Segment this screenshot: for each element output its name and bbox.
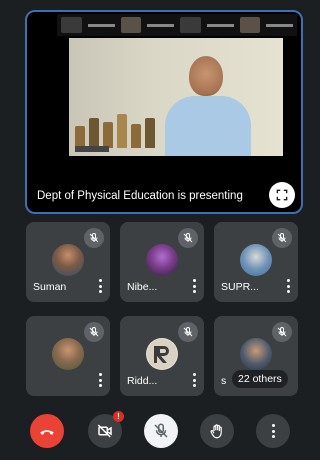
camera-alert-badge: ! xyxy=(113,411,124,422)
end-call-button[interactable] xyxy=(30,414,64,448)
camera-toggle-button[interactable]: ! xyxy=(88,411,124,448)
mic-off-icon xyxy=(154,423,168,438)
more-options-button[interactable] xyxy=(256,414,290,448)
shared-text xyxy=(87,23,115,27)
shared-thumb xyxy=(61,17,82,33)
avatar xyxy=(240,338,272,370)
participant-tile[interactable]: Nibe... xyxy=(120,222,204,302)
more-vert-icon xyxy=(271,424,275,438)
letter-avatar-image xyxy=(147,339,177,369)
avatar xyxy=(52,338,84,370)
shared-thumb xyxy=(239,17,261,33)
participant-name: SUPR... xyxy=(221,281,259,293)
mic-off-icon xyxy=(84,322,104,342)
mic-off-icon xyxy=(272,228,292,248)
participant-tile[interactable]: Ridd... xyxy=(120,316,204,396)
presenting-status: Dept of Physical Education is presenting xyxy=(37,190,243,202)
others-tile[interactable]: s 22 others xyxy=(214,316,298,396)
more-vert-icon[interactable] xyxy=(192,373,196,387)
others-count-badge[interactable]: 22 others xyxy=(232,370,288,388)
mic-off-icon xyxy=(178,228,198,248)
participant-name: Suman xyxy=(33,281,67,293)
presenter-body xyxy=(165,96,251,156)
participant-tile[interactable]: SUPR... xyxy=(214,222,298,302)
presenter-name-chip xyxy=(75,146,109,152)
shared-text xyxy=(266,23,293,27)
more-vert-icon[interactable] xyxy=(286,279,290,293)
avatar xyxy=(146,338,178,370)
fullscreen-icon xyxy=(276,189,288,201)
more-vert-icon[interactable] xyxy=(98,373,102,387)
more-vert-icon[interactable] xyxy=(192,279,196,293)
fullscreen-button[interactable] xyxy=(269,182,295,208)
participant-name: s xyxy=(221,375,227,387)
participant-name: Nibe... xyxy=(127,281,158,293)
participant-tile[interactable]: Suman xyxy=(26,222,110,302)
raise-hand-button[interactable] xyxy=(200,414,234,448)
avatar xyxy=(240,244,272,276)
mic-off-icon xyxy=(272,322,292,342)
raise-hand-icon xyxy=(210,424,222,439)
presentation-panel[interactable]: Dept of Physical Education is presenting xyxy=(25,10,303,214)
shared-video-frame xyxy=(69,38,283,156)
avatar xyxy=(52,244,84,276)
shared-text xyxy=(206,23,234,27)
participant-name: Ridd... xyxy=(127,375,158,387)
trophy-shelf xyxy=(73,88,163,148)
camera-off-icon xyxy=(97,424,112,438)
mic-toggle-button[interactable] xyxy=(144,414,178,448)
shared-text xyxy=(147,23,174,27)
mic-off-icon xyxy=(84,228,104,248)
mic-off-icon xyxy=(178,322,198,342)
shared-screen-participant-strip xyxy=(57,14,297,36)
more-vert-icon[interactable] xyxy=(98,279,102,293)
avatar xyxy=(146,244,178,276)
participant-tile[interactable] xyxy=(26,316,110,396)
shared-thumb xyxy=(180,17,201,33)
hang-up-icon xyxy=(40,430,54,435)
shared-thumb xyxy=(120,17,142,33)
presenter-head xyxy=(189,56,223,96)
